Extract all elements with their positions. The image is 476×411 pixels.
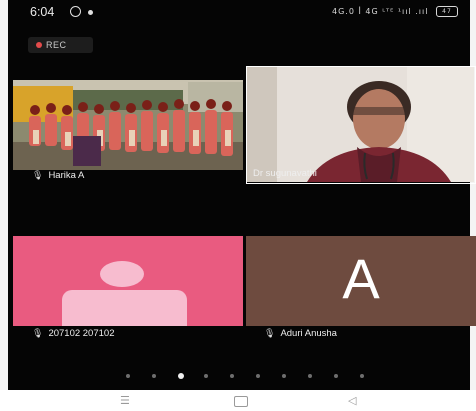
participant-name-dr-sugunavathi: Dr sugunavathi (253, 168, 317, 179)
avatar-body-icon (62, 290, 187, 326)
page-indicator[interactable] (126, 373, 364, 380)
participant-tile-207102[interactable] (13, 236, 243, 326)
recording-label: REC (46, 40, 67, 50)
network-signal-icon: 4G.0 ꟾ 4G ᴸᵀᴱ ¹ııl .ııl (332, 7, 429, 16)
page-dot-7[interactable] (282, 374, 286, 378)
whatsapp-icon (70, 6, 81, 17)
participant-name-207102: 🎙 207102 207102 (32, 328, 114, 339)
back-triangle-icon[interactable]: ◁ (348, 394, 356, 407)
page-dot-8[interactable] (308, 374, 312, 378)
page-dot-2[interactable] (152, 374, 156, 378)
android-navigation-bar: ☰ ◁ (0, 390, 476, 411)
menu-icon[interactable]: ☰ (120, 394, 130, 407)
mic-muted-icon: 🎙 (264, 328, 276, 338)
group-video-feed (13, 80, 243, 170)
mic-muted-icon: 🎙 (32, 328, 44, 338)
participant-name-text: Harika A (48, 170, 85, 181)
avatar-head-icon (100, 261, 144, 287)
mic-muted-icon: 🎙 (32, 170, 44, 180)
record-dot-icon (36, 42, 42, 48)
page-dot-3[interactable] (178, 373, 184, 379)
participant-name-harika: 🎙 Harika A (32, 170, 84, 181)
battery-level: 47 (442, 8, 452, 15)
participant-name-text: Aduri Anusha (280, 328, 337, 339)
notification-dot-icon (88, 10, 93, 15)
battery-icon: 47 (436, 6, 458, 17)
recording-badge[interactable]: REC (28, 37, 93, 53)
participant-tile-aduri-anusha[interactable]: A (246, 236, 476, 326)
participant-tile-dr-sugunavathi[interactable]: Dr sugunavathi (246, 66, 476, 184)
participant-tile-harika[interactable] (13, 80, 243, 170)
page-dot-10[interactable] (360, 374, 364, 378)
speaker-video-feed (247, 67, 474, 182)
participant-name-aduri-anusha: 🎙 Aduri Anusha (264, 328, 337, 339)
page-dot-5[interactable] (230, 374, 234, 378)
participant-name-text: 207102 207102 (48, 328, 115, 339)
home-square-icon[interactable] (234, 396, 248, 407)
page-dot-6[interactable] (256, 374, 260, 378)
status-indicators: 4G.0 ꟾ 4G ᴸᵀᴱ ¹ııl .ııl 47 (332, 6, 458, 17)
page-dot-1[interactable] (126, 374, 130, 378)
status-bar: 6:04 4G.0 ꟾ 4G ᴸᵀᴱ ¹ııl .ııl 47 (8, 0, 470, 28)
phone-frame: 6:04 4G.0 ꟾ 4G ᴸᵀᴱ ¹ııl .ııl 47 REC 🎙 Ha… (0, 0, 476, 411)
meeting-screen: 6:04 4G.0 ꟾ 4G ᴸᵀᴱ ¹ııl .ııl 47 REC 🎙 Ha… (8, 0, 476, 390)
avatar-letter: A (342, 247, 380, 310)
page-dot-4[interactable] (204, 374, 208, 378)
status-time: 6:04 (30, 5, 55, 19)
page-dot-9[interactable] (334, 374, 338, 378)
